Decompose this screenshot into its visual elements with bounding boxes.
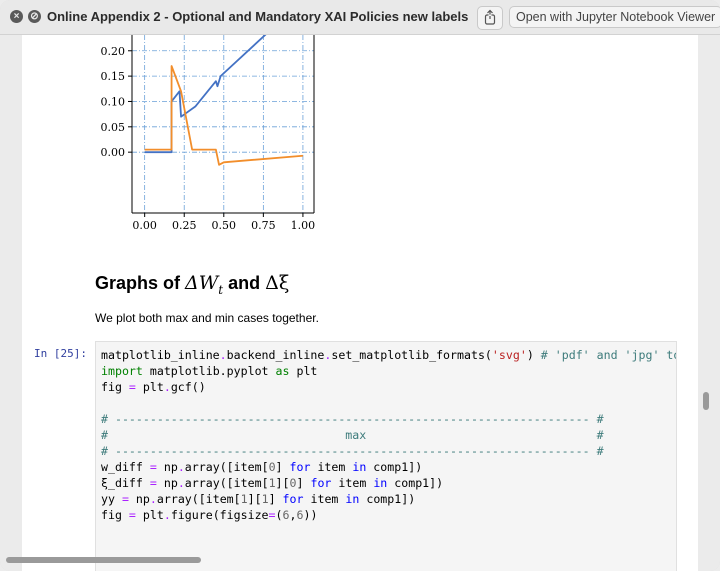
share-icon bbox=[484, 9, 496, 25]
markdown-paragraph: We plot both max and min cases together. bbox=[95, 311, 319, 325]
vertical-scrollbar[interactable] bbox=[703, 392, 709, 410]
code-line: ξ_diff = np.array([item[1][0] for item i… bbox=[101, 476, 444, 490]
y-tick-label: 0.00 bbox=[101, 146, 126, 159]
heading-text: Graphs of bbox=[95, 273, 181, 293]
cell-prompt: In [25]: bbox=[34, 347, 87, 360]
section-heading: Graphs of ΔWt and Δξ bbox=[95, 272, 289, 297]
x-tick-label: 0.75 bbox=[251, 219, 276, 232]
code-line: fig = plt.gcf() bbox=[101, 380, 206, 394]
stop-icon[interactable]: ⊘ bbox=[28, 10, 41, 23]
line-chart: 0.00 0.25 0.50 0.75 1.00 0.00 0.05 0.10 0.15 0.20… bbox=[101, 35, 316, 232]
window-title: Online Appendix 2 - Optional and Mandato… bbox=[47, 9, 472, 24]
y-tick-label: 0.20 bbox=[101, 45, 126, 58]
x-tick-label: 1.00 bbox=[291, 219, 316, 232]
code-line: fig = plt.figure(figsize=(6,6)) bbox=[101, 508, 318, 522]
heading-math-delta-w: ΔWt bbox=[185, 272, 224, 297]
x-tick-label: 0.50 bbox=[212, 219, 237, 232]
x-tick-label: 0.00 bbox=[132, 219, 157, 232]
open-with-jupyter-button[interactable]: Open with Jupyter Notebook Viewer bbox=[509, 6, 720, 28]
code-line: # --------------------------------------… bbox=[101, 444, 604, 458]
title-bar: × ⊘ Online Appendix 2 - Optional and Man… bbox=[0, 0, 720, 35]
code-line: import matplotlib.pyplot as plt bbox=[101, 364, 318, 378]
code-line: # --------------------------------------… bbox=[101, 412, 604, 426]
y-tick-label: 0.15 bbox=[101, 70, 126, 83]
x-tick-label: 0.25 bbox=[172, 219, 197, 232]
heading-and-text: and bbox=[228, 273, 261, 293]
share-button[interactable] bbox=[477, 6, 503, 30]
notebook-page: 0.00 0.25 0.50 0.75 1.00 0.00 0.05 0.10 0.15 0.20… bbox=[22, 35, 698, 571]
code-line: w_diff = np.array([item[0] for item in c… bbox=[101, 460, 423, 474]
y-tick-label: 0.05 bbox=[101, 121, 126, 134]
notebook-viewport[interactable]: 0.00 0.25 0.50 0.75 1.00 0.00 0.05 0.10 0.15 0.20… bbox=[0, 35, 720, 571]
code-line: matplotlib_inline.backend_inline.set_mat… bbox=[101, 348, 677, 362]
code-cell[interactable]: matplotlib_inline.backend_inline.set_mat… bbox=[95, 341, 677, 571]
code-line: # max # bbox=[101, 428, 604, 442]
app-window: × ⊘ Online Appendix 2 - Optional and Man… bbox=[0, 0, 720, 571]
close-icon[interactable]: × bbox=[10, 10, 23, 23]
code-line: yy = np.array([item[1][1] for item in co… bbox=[101, 492, 416, 506]
heading-math-delta-xi: Δξ bbox=[265, 272, 290, 294]
y-tick-label: 0.10 bbox=[101, 95, 126, 108]
horizontal-scrollbar[interactable] bbox=[6, 557, 201, 563]
